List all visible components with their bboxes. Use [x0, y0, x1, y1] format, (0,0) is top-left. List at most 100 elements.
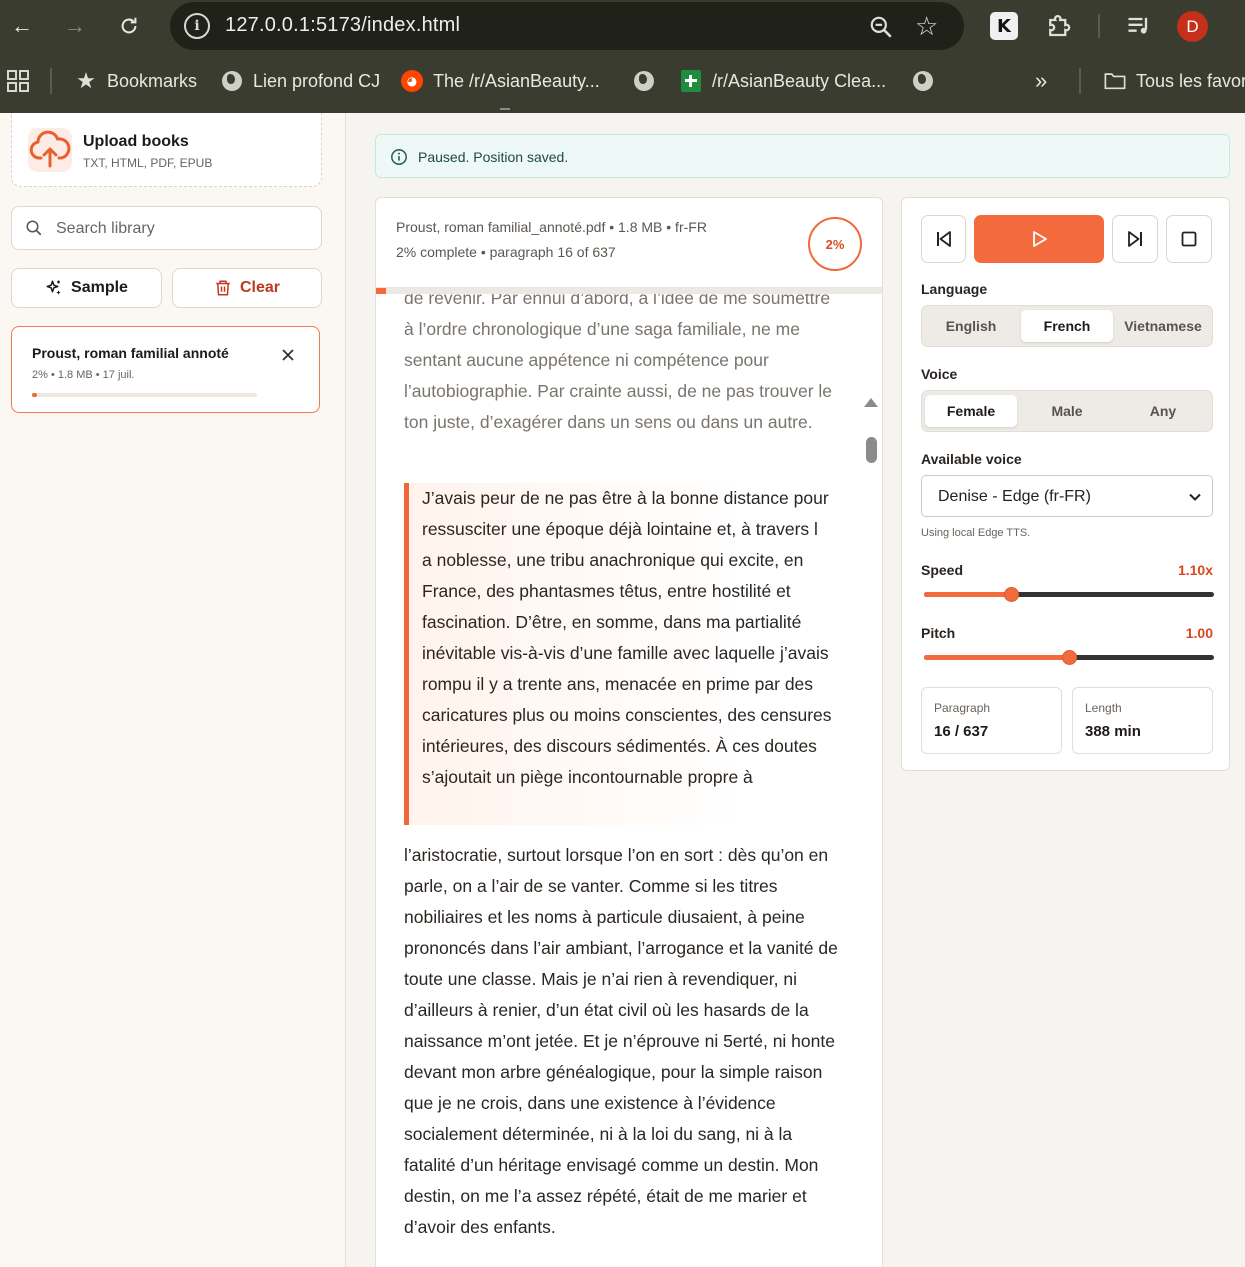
play-icon — [1033, 231, 1047, 247]
book-meta: 2% • 1.8 MB • 17 juil. — [32, 369, 135, 381]
pitch-slider-fill — [924, 655, 1069, 660]
reader-scrollbar-thumb[interactable] — [866, 437, 877, 463]
book-progress-bar — [32, 393, 257, 397]
bookmarks-divider — [50, 68, 52, 94]
language-label: Language — [921, 281, 988, 297]
bookmark-label: /r/AsianBeauty Clea... — [712, 70, 887, 91]
skip-forward-icon — [1128, 231, 1142, 247]
extension-icon[interactable]: K — [990, 12, 1018, 40]
library-book-item[interactable]: Proust, roman familial annoté 2% • 1.8 M… — [11, 326, 320, 413]
tts-note: Using local Edge TTS. — [921, 527, 1031, 539]
paragraph-next[interactable]: l’aristocratie, surtout lorsque l’on en … — [404, 840, 844, 1243]
search-input[interactable] — [56, 217, 306, 241]
language-option-english[interactable]: English — [925, 310, 1017, 342]
library-sidebar: Upload books TXT, HTML, PDF, EPUB Sample… — [0, 113, 346, 1267]
search-box[interactable] — [11, 206, 322, 250]
folder-icon — [1104, 70, 1126, 92]
speed-slider[interactable] — [924, 585, 1214, 605]
available-voice-label: Available voice — [921, 451, 1022, 467]
length-stat-label: Length — [1085, 701, 1122, 715]
stop-button[interactable] — [1166, 215, 1212, 263]
heading-fragment — [500, 104, 510, 110]
globe-icon — [633, 70, 655, 92]
bookmark-label: The /r/AsianBeauty... — [433, 70, 600, 91]
previous-paragraph-button[interactable] — [921, 215, 966, 263]
speed-slider-thumb[interactable] — [1003, 587, 1019, 602]
pitch-slider-thumb[interactable] — [1061, 650, 1077, 665]
paragraph-current-highlight[interactable]: J’avais peur de ne pas être à la bonne d… — [404, 483, 854, 825]
voice-option-male[interactable]: Male — [1021, 395, 1113, 427]
voice-label: Voice — [921, 366, 958, 382]
reader-text[interactable]: de revenir. Par ennui d’abord, à l’idée … — [376, 294, 882, 1267]
book-progress-fill — [32, 393, 37, 397]
progress-percent-badge: 2% — [808, 217, 862, 271]
length-stat-value: 388 min — [1085, 723, 1141, 740]
progress-info: 2% complete • paragraph 16 of 637 — [396, 244, 616, 260]
star-icon: ★ — [76, 68, 96, 93]
speed-slider-fill — [924, 592, 1011, 597]
stop-icon — [1181, 231, 1197, 247]
globe-icon — [912, 70, 934, 92]
clear-button[interactable]: Clear — [172, 268, 322, 308]
forward-icon[interactable]: → — [59, 10, 91, 42]
globe-icon — [221, 70, 243, 92]
status-banner: Paused. Position saved. — [375, 134, 1230, 178]
bookmarks-divider — [1079, 68, 1081, 94]
bookmark-folder[interactable]: Tous les favoris — [1104, 66, 1245, 96]
skip-back-icon — [936, 231, 951, 247]
scroll-up-arrow-icon[interactable] — [864, 398, 878, 407]
pitch-value: 1.00 — [1185, 625, 1213, 641]
voice-option-any[interactable]: Any — [1117, 395, 1209, 427]
search-icon — [26, 220, 42, 236]
back-icon[interactable]: ← — [6, 10, 38, 42]
address-bar[interactable]: i 127.0.0.1:5173/index.html ☆ — [170, 2, 964, 50]
pitch-label: Pitch — [921, 625, 956, 641]
next-paragraph-button[interactable] — [1112, 215, 1158, 263]
bookmark-item[interactable]: ★ Bookmarks — [75, 66, 197, 96]
reader-header: Proust, roman familial_annoté.pdf • 1.8 … — [376, 198, 882, 288]
trash-icon — [216, 280, 230, 296]
language-option-vietnamese[interactable]: Vietnamese — [1117, 310, 1209, 342]
bookmark-item[interactable] — [912, 66, 944, 96]
media-queue-icon[interactable] — [1125, 12, 1153, 40]
paragraph-stat-label: Paragraph — [934, 701, 991, 715]
available-voice-value: Denise - Edge (fr-FR) — [938, 488, 1091, 505]
bookmark-item[interactable]: /r/AsianBeauty Clea... — [680, 66, 886, 96]
paragraph-stat: Paragraph 16 / 637 — [921, 687, 1062, 754]
bookmark-star-icon[interactable]: ☆ — [915, 11, 938, 42]
zoom-icon[interactable] — [868, 14, 894, 40]
bookmark-item[interactable]: ◕ The /r/AsianBeauty... — [401, 66, 600, 96]
clear-label: Clear — [239, 279, 281, 296]
upload-books-dropzone[interactable]: Upload books TXT, HTML, PDF, EPUB — [11, 113, 322, 187]
voice-option-female[interactable]: Female — [925, 395, 1017, 427]
apps-grid-icon[interactable] — [6, 69, 30, 93]
sparkles-icon — [46, 280, 61, 295]
url-text[interactable]: 127.0.0.1:5173/index.html — [225, 14, 460, 37]
sample-label: Sample — [71, 279, 128, 296]
playback-panel: Language English French Vietnamese Voice… — [901, 197, 1230, 771]
length-stat: Length 388 min — [1072, 687, 1213, 754]
extensions-puzzle-icon[interactable] — [1044, 10, 1074, 40]
available-voice-select[interactable]: Denise - Edge (fr-FR) — [921, 475, 1213, 517]
language-selector: English French Vietnamese — [921, 305, 1213, 347]
speed-label: Speed — [921, 562, 964, 578]
bookmark-item[interactable] — [633, 66, 665, 96]
voice-gender-selector: Female Male Any — [921, 390, 1213, 432]
paragraph-previous[interactable]: de revenir. Par ennui d’abord, à l’idée … — [404, 294, 844, 438]
play-button[interactable] — [974, 215, 1104, 263]
reddit-icon: ◕ — [401, 70, 423, 92]
bookmarks-overflow-button[interactable]: » — [1035, 66, 1047, 96]
toolbar-divider — [1098, 14, 1100, 38]
reader-panel: Proust, roman familial_annoté.pdf • 1.8 … — [375, 197, 883, 1267]
reload-icon[interactable] — [113, 10, 145, 42]
bookmark-label: Lien profond CJ — [253, 70, 381, 91]
pitch-slider[interactable] — [924, 648, 1214, 668]
profile-avatar[interactable]: D — [1177, 11, 1208, 42]
sample-button[interactable]: Sample — [11, 268, 162, 308]
site-info-icon[interactable]: i — [184, 13, 210, 39]
bookmark-item[interactable]: Lien profond CJ — [221, 66, 380, 96]
speed-value: 1.10x — [1177, 562, 1213, 578]
upload-title: Upload books — [83, 133, 189, 150]
remove-book-close-icon[interactable] — [280, 347, 296, 363]
language-option-french[interactable]: French — [1021, 310, 1113, 342]
